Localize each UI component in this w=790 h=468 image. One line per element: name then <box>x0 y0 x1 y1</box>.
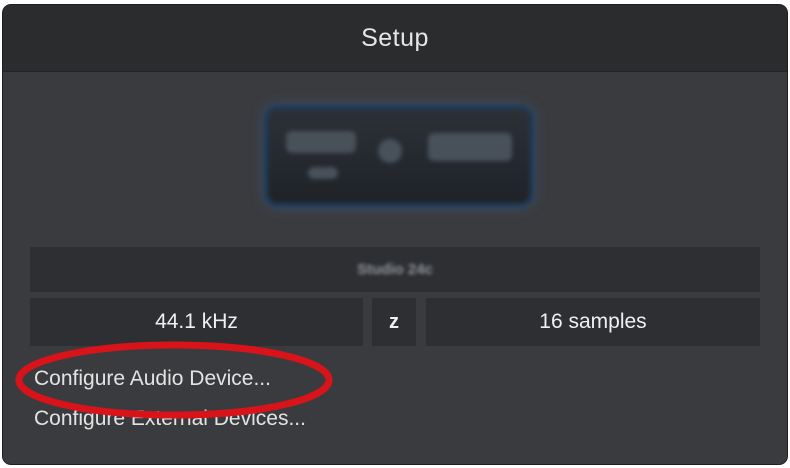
buffer-size-field[interactable]: 16 samples <box>426 298 760 346</box>
z-icon: z <box>389 310 399 333</box>
setup-header: Setup <box>3 5 787 72</box>
low-latency-toggle[interactable]: z <box>372 298 416 346</box>
device-selector[interactable]: Studio 24c <box>30 247 760 292</box>
sample-rate-field[interactable]: 44.1 kHz <box>30 298 363 346</box>
audio-interface-image <box>268 109 530 203</box>
setup-panel: Setup Studio 24c 44.1 kHz z 16 samples C… <box>3 5 787 464</box>
configure-external-devices-link[interactable]: Configure External Devices... <box>34 407 306 431</box>
configure-audio-device-link[interactable]: Configure Audio Device... <box>34 367 271 391</box>
buffer-size-value: 16 samples <box>539 310 647 333</box>
sample-rate-value: 44.1 kHz <box>155 310 238 333</box>
setup-title: Setup <box>361 23 429 52</box>
device-name: Studio 24c <box>357 261 433 278</box>
